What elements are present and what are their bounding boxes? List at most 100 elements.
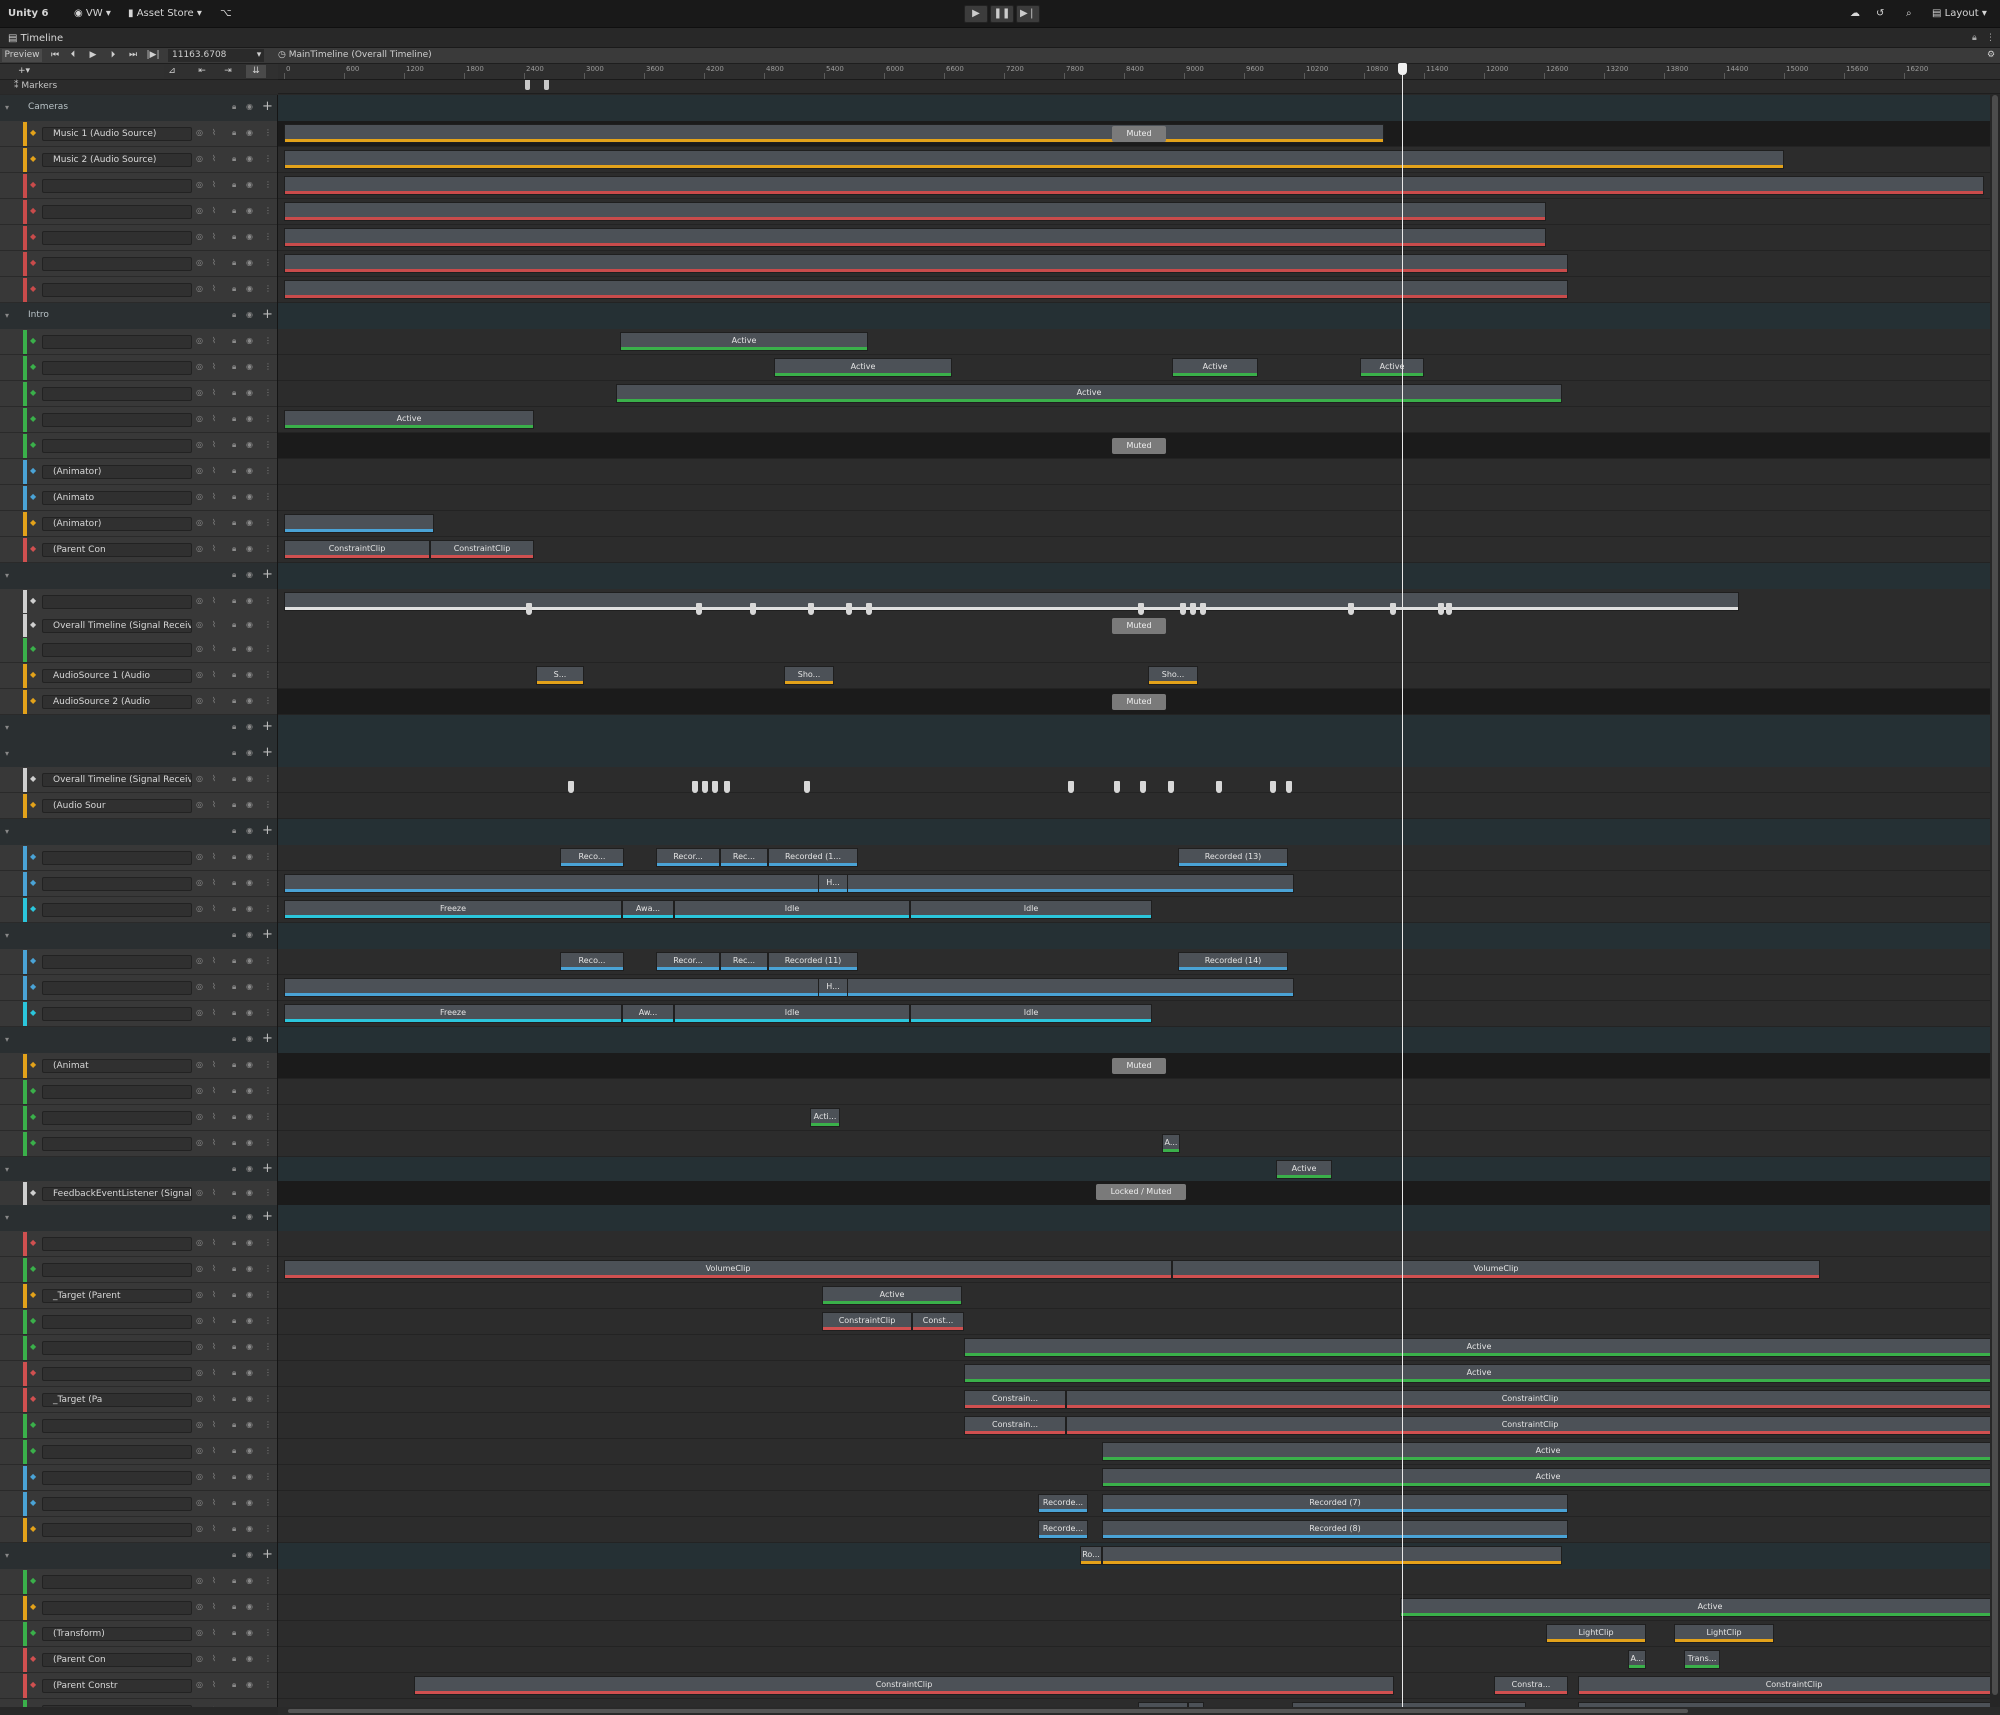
track-header[interactable]: ◆ Music 2 (Audio Source) ◎ ⌇ 🔒︎ ◉ ⋮: [0, 147, 277, 173]
track-name-field[interactable]: [42, 1137, 192, 1151]
timeline-clip[interactable]: [284, 514, 434, 533]
timeline-clip[interactable]: [284, 592, 1739, 611]
track-header[interactable]: ◆ (Animator) ◎ ⌇ 🔒︎ ◉ ⋮: [0, 459, 277, 485]
lock-icon[interactable]: 🔒︎: [232, 388, 236, 398]
track-menu-icon[interactable]: ⋮: [264, 1290, 272, 1299]
track-lane[interactable]: [278, 1569, 2000, 1595]
track-menu-icon[interactable]: ⋮: [264, 596, 272, 605]
track-lane[interactable]: [278, 485, 2000, 511]
timeline-clip[interactable]: Recorde...: [1038, 1494, 1088, 1513]
history-icon[interactable]: ↺: [1876, 6, 1884, 22]
mute-icon[interactable]: ◉: [246, 492, 253, 501]
curves-icon[interactable]: ⌇: [212, 1394, 216, 1403]
timeline-marker[interactable]: [525, 80, 530, 90]
target-object-icon[interactable]: ◎: [196, 878, 203, 887]
track-header[interactable]: ◆ ◎ ⌇ 🔒︎ ◉ ⋮: [0, 1309, 277, 1335]
search-icon[interactable]: ⌕: [1906, 6, 1912, 22]
target-object-icon[interactable]: ◎: [196, 800, 203, 809]
track-name-field[interactable]: Overall Timeline (Signal Receive: [42, 773, 192, 787]
curves-icon[interactable]: ⌇: [212, 1368, 216, 1377]
go-to-end-icon[interactable]: ⏭: [126, 49, 140, 62]
mute-icon[interactable]: ◉: [246, 466, 253, 475]
timeline-clip[interactable]: Active: [284, 410, 534, 429]
timeline-clip[interactable]: Idle: [674, 1004, 910, 1023]
track-menu-icon[interactable]: ⋮: [264, 1316, 272, 1325]
track-menu-icon[interactable]: ⋮: [264, 492, 272, 501]
track-header[interactable]: ◆ (Animator) ◎ ⌇ 🔒︎ ◉ ⋮: [0, 511, 277, 537]
mute-icon[interactable]: ◉: [246, 1238, 253, 1247]
track-name-field[interactable]: [42, 1601, 192, 1615]
mute-icon[interactable]: ◉: [246, 696, 253, 705]
visibility-icon[interactable]: ◉: [246, 570, 253, 579]
lock-icon[interactable]: 🔒︎: [232, 102, 236, 112]
target-object-icon[interactable]: ◎: [196, 154, 203, 163]
track-header[interactable]: ◆ _Target (Parent ◎ ⌇ 🔒︎ ◉ ⋮: [0, 1283, 277, 1309]
target-object-icon[interactable]: ◎: [196, 620, 203, 629]
mute-icon[interactable]: ◉: [246, 1472, 253, 1481]
target-object-icon[interactable]: ◎: [196, 852, 203, 861]
mute-icon[interactable]: ◉: [246, 1602, 253, 1611]
curves-icon[interactable]: ⌇: [212, 696, 216, 705]
target-object-icon[interactable]: ◎: [196, 1316, 203, 1325]
mute-icon[interactable]: ◉: [246, 852, 253, 861]
play-button[interactable]: ▶: [964, 5, 988, 23]
track-header[interactable]: ◆ ◎ ⌇ 🔒︎ ◉ ⋮: [0, 1131, 277, 1157]
signal-emitter-marker[interactable]: [692, 781, 698, 793]
signal-emitter-marker[interactable]: [526, 603, 532, 615]
track-header[interactable]: ◆ (Parent Constr ◎ ⌇ 🔒︎ ◉ ⋮: [0, 1673, 277, 1699]
track-menu-icon[interactable]: ⋮: [264, 1602, 272, 1611]
curves-icon[interactable]: ⌇: [212, 1420, 216, 1429]
track-header[interactable]: ◆ ◎ ⌇ 🔒︎ ◉ ⋮: [0, 277, 277, 303]
lock-icon[interactable]: 🔒︎: [232, 1238, 236, 1248]
lock-icon[interactable]: 🔒︎: [232, 1368, 236, 1378]
mute-icon[interactable]: ◉: [246, 414, 253, 423]
track-name-field[interactable]: [42, 1263, 192, 1277]
lock-icon[interactable]: 🔒︎: [232, 826, 236, 836]
signal-emitter-marker[interactable]: [1200, 603, 1206, 615]
track-header[interactable]: ◆ _Target (Pa ◎ ⌇ 🔒︎ ◉ ⋮: [0, 1387, 277, 1413]
cloud-icon[interactable]: ☁: [1850, 6, 1860, 22]
lock-icon[interactable]: 🔒︎: [232, 1112, 236, 1122]
track-header[interactable]: ◆ ◎ ⌇ 🔒︎ ◉ ⋮: [0, 329, 277, 355]
track-menu-icon[interactable]: ⋮: [264, 670, 272, 679]
curves-icon[interactable]: ⌇: [212, 1472, 216, 1481]
track-lane[interactable]: [278, 459, 2000, 485]
lock-icon[interactable]: 🔒︎: [232, 1086, 236, 1096]
track-name-field[interactable]: (Parent Con: [42, 1653, 192, 1667]
mute-icon[interactable]: ◉: [246, 544, 253, 553]
vertical-scroll-thumb[interactable]: [1992, 95, 1998, 1695]
track-name-field[interactable]: [42, 1237, 192, 1251]
mute-icon[interactable]: ◉: [246, 800, 253, 809]
signal-emitter-marker[interactable]: [1180, 603, 1186, 615]
track-header[interactable]: ◆ ◎ ⌇ 🔒︎ ◉ ⋮: [0, 381, 277, 407]
track-name-field[interactable]: FeedbackEventListener (Signal: [42, 1187, 192, 1201]
curves-icon[interactable]: ⌇: [212, 1316, 216, 1325]
add-track-to-group-icon[interactable]: +: [262, 1161, 273, 1176]
mute-icon[interactable]: ◉: [246, 1008, 253, 1017]
track-menu-icon[interactable]: ⋮: [264, 1342, 272, 1351]
timeline-marker[interactable]: [544, 80, 549, 90]
track-menu-icon[interactable]: ⋮: [264, 1060, 272, 1069]
visibility-icon[interactable]: ◉: [246, 1550, 253, 1559]
curves-icon[interactable]: ⌇: [212, 956, 216, 965]
lock-icon[interactable]: 🔒︎: [232, 1008, 236, 1018]
track-menu-icon[interactable]: ⋮: [264, 1138, 272, 1147]
track-menu-icon[interactable]: ⋮: [264, 1524, 272, 1533]
track-menu-icon[interactable]: ⋮: [264, 852, 272, 861]
lock-icon[interactable]: 🔒︎: [232, 310, 236, 320]
track-name-field[interactable]: [42, 387, 192, 401]
group-lane[interactable]: [278, 95, 2000, 121]
lock-icon[interactable]: 🔒︎: [232, 748, 236, 758]
timeline-clip[interactable]: Aw...: [622, 1004, 674, 1023]
track-group-header[interactable]: ▾ 🔒︎ ◉ +: [0, 715, 277, 741]
mix-mode-icon[interactable]: ⇥: [220, 65, 236, 78]
add-track-to-group-icon[interactable]: +: [262, 1031, 273, 1046]
mute-icon[interactable]: ◉: [246, 1368, 253, 1377]
mute-icon[interactable]: ◉: [246, 1576, 253, 1585]
timeline-clip[interactable]: Recorded (7): [1102, 1494, 1568, 1513]
mute-icon[interactable]: ◉: [246, 362, 253, 371]
track-name-field[interactable]: (Transform): [42, 1627, 192, 1641]
track-name-field[interactable]: [42, 1471, 192, 1485]
mute-icon[interactable]: ◉: [246, 388, 253, 397]
collapse-arrow-icon[interactable]: ▾: [5, 103, 9, 112]
